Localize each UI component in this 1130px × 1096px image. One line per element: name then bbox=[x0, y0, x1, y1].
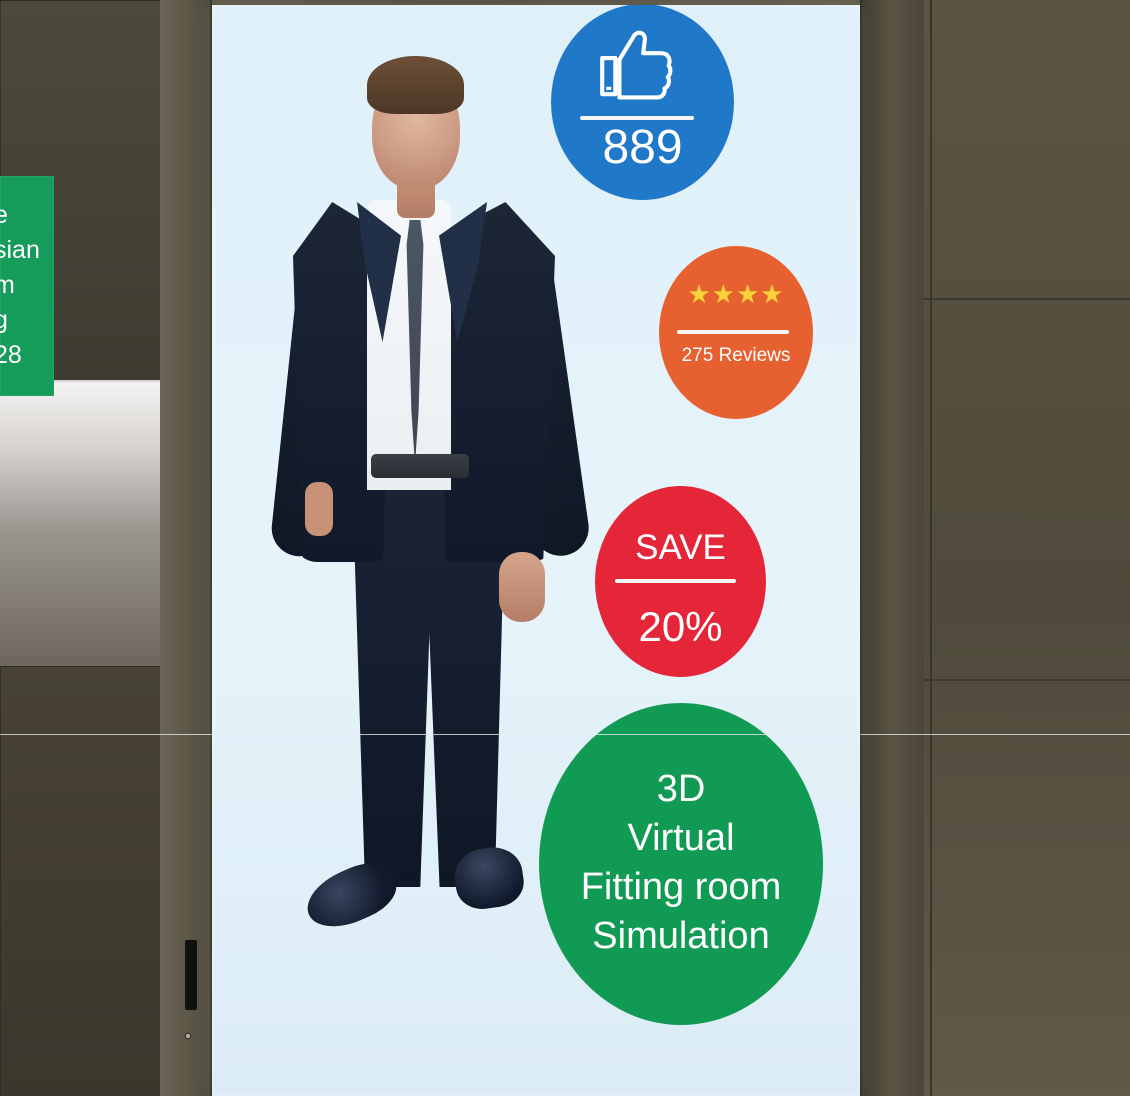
display-frame-left bbox=[160, 0, 212, 1096]
belt bbox=[371, 454, 469, 478]
reviews-divider bbox=[677, 330, 789, 334]
left-sign-line-4: g bbox=[0, 306, 8, 334]
right-hand bbox=[499, 552, 545, 622]
door-handle bbox=[185, 940, 197, 1010]
save-divider bbox=[615, 579, 736, 583]
reviews-badge: ★★★★ 275 Reviews bbox=[659, 246, 813, 419]
right-wall-vertical-seam bbox=[930, 0, 932, 1096]
horizontal-guide-line bbox=[0, 734, 1130, 735]
left-hand bbox=[305, 482, 333, 536]
reviews-label: 275 Reviews bbox=[681, 345, 791, 366]
hair bbox=[367, 56, 464, 114]
left-sign-line-2: sian bbox=[0, 236, 40, 264]
likes-count: 889 bbox=[602, 121, 683, 174]
left-sign-line-1: e bbox=[0, 201, 8, 229]
thumbs-up-icon bbox=[600, 30, 673, 100]
fitting-room-text: 3D Virtual Fitting room Simulation bbox=[539, 765, 823, 961]
likes-badge: 889 bbox=[551, 5, 734, 200]
left-wall-bottom bbox=[0, 666, 162, 1096]
frame-screw bbox=[184, 1032, 192, 1040]
fitting-line-4: Simulation bbox=[592, 915, 770, 957]
man-in-suit-image bbox=[268, 52, 593, 952]
fitting-line-2: Virtual bbox=[627, 817, 735, 859]
save-title: SAVE bbox=[635, 528, 726, 567]
rating-stars: ★★★★ bbox=[687, 280, 785, 310]
left-sign-line-5: 28 bbox=[0, 341, 22, 369]
fitting-line-1: 3D bbox=[656, 768, 706, 810]
right-wall-seam-lower bbox=[924, 679, 1130, 681]
right-wall bbox=[924, 0, 1130, 1096]
left-sign-line-3: m bbox=[0, 271, 15, 299]
save-badge: SAVE 20% bbox=[595, 486, 766, 677]
right-wall-seam-upper bbox=[924, 298, 1130, 300]
display-frame-right bbox=[860, 0, 926, 1096]
advertising-display: 889 ★★★★ 275 Reviews SAVE 20% 3D Virtual… bbox=[212, 5, 860, 1096]
fitting-line-3: Fitting room bbox=[580, 866, 782, 908]
likes-divider bbox=[580, 116, 694, 120]
left-wall-light-panel bbox=[0, 380, 160, 667]
save-percent: 20% bbox=[638, 603, 723, 650]
fitting-room-badge: 3D Virtual Fitting room Simulation bbox=[539, 703, 823, 1025]
scene: e sian m g 28 889 ★★★★ 275 Reviews SAVE … bbox=[0, 0, 1130, 1096]
left-green-sign: e sian m g 28 bbox=[0, 176, 54, 396]
